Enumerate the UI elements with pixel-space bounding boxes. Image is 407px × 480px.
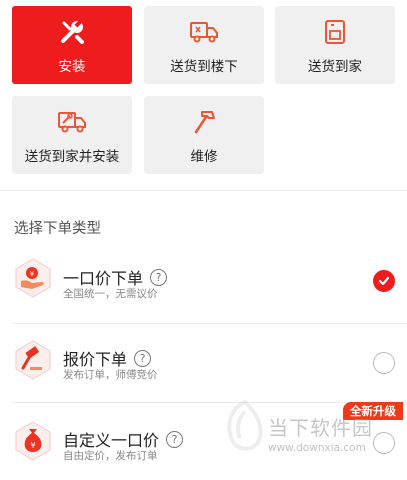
help-icon[interactable]: ? — [150, 268, 168, 286]
wrench-icon — [55, 15, 89, 49]
truck-wrench-icon — [55, 105, 89, 139]
radio-unchecked[interactable] — [373, 352, 395, 374]
section-title: 选择下单类型 — [14, 221, 101, 237]
tile-label: 送货到家并安装 — [24, 149, 120, 165]
hammer-icon — [187, 105, 221, 139]
tile-install[interactable]: 安装 — [12, 6, 132, 84]
tile-deliver-downstairs[interactable]: 送货到楼下 — [144, 6, 264, 84]
truck-icon — [187, 15, 221, 49]
radio-unchecked[interactable] — [373, 432, 395, 454]
order-type-description: 发布订单，师傅竞价 — [63, 369, 158, 381]
radio-checked[interactable] — [373, 270, 395, 292]
tile-deliver-install[interactable]: 送货到家并安装 — [12, 96, 132, 174]
hand-coin-icon: ¥ — [12, 257, 54, 299]
help-icon[interactable]: ? — [166, 430, 184, 448]
watermark-text: 当下软件园 — [268, 416, 373, 440]
tile-label: 送货到家 — [308, 59, 362, 75]
door-icon — [318, 15, 352, 49]
tile-label: 送货到楼下 — [170, 59, 238, 75]
tile-deliver-home[interactable]: 送货到家 — [275, 6, 395, 84]
help-icon[interactable]: ? — [134, 349, 152, 367]
order-type-description: 全国统一，无需议价 — [63, 288, 158, 300]
tile-repair[interactable]: 维修 — [144, 96, 264, 174]
tile-label: 维修 — [190, 149, 218, 165]
order-type-description: 自由定价，发布订单 — [63, 450, 158, 462]
divider — [0, 190, 407, 191]
watermark-url: www.downxia.com — [268, 442, 366, 454]
money-bag-icon: ¥ — [12, 420, 54, 462]
order-type-fixed-price[interactable]: ¥ 一口价下单 ? 全国统一，无需议价 — [0, 245, 407, 323]
watermark-logo-icon — [222, 398, 268, 456]
divider — [12, 323, 407, 324]
tile-label: 安装 — [58, 59, 86, 75]
gavel-icon — [12, 339, 54, 381]
checkmark-icon — [378, 276, 390, 286]
order-type-quote[interactable]: 报价下单 ? 发布订单，师傅竞价 — [0, 325, 407, 403]
service-type-grid: 安装 送货到楼下 送货到家 送货到家并安装 维修 — [0, 0, 407, 190]
svg-text:¥: ¥ — [30, 441, 35, 450]
svg-text:¥: ¥ — [30, 270, 35, 278]
